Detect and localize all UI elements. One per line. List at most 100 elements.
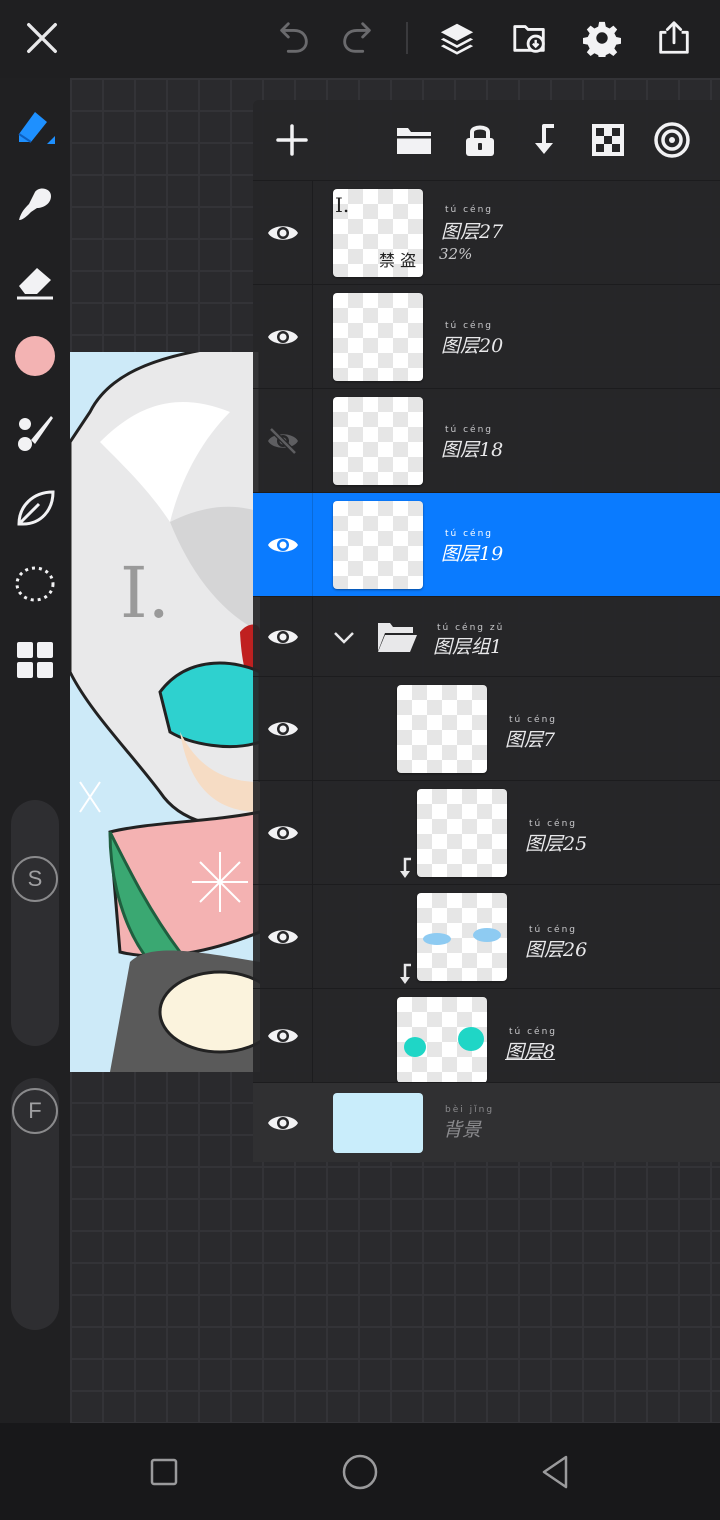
layer-name-ruby: tú céng bbox=[529, 925, 577, 935]
folder-icon[interactable] bbox=[390, 116, 438, 164]
layer-group-row[interactable]: tú céng zǔ 图层组1 bbox=[253, 596, 720, 676]
brush-size-label: S bbox=[12, 856, 58, 902]
layer-thumbnail bbox=[333, 293, 423, 381]
clipping-mask-icon bbox=[400, 857, 411, 878]
color-swatch[interactable] bbox=[11, 332, 59, 380]
settings-icon[interactable] bbox=[578, 14, 626, 62]
background-layer-row[interactable]: bèi jǐng 背景 bbox=[253, 1082, 720, 1162]
folder-open-icon bbox=[375, 617, 419, 657]
layer-row[interactable]: I. 禁 盗 tú céng 图层27 32% bbox=[253, 180, 720, 284]
pen-icon[interactable] bbox=[11, 102, 59, 150]
eye-icon bbox=[267, 329, 298, 344]
layer-name: 图层8 bbox=[505, 1041, 556, 1063]
layer-thumbnail bbox=[417, 893, 507, 981]
visibility-toggle[interactable] bbox=[253, 989, 313, 1082]
visibility-toggle[interactable] bbox=[253, 493, 313, 596]
recent-apps-icon[interactable] bbox=[139, 1447, 189, 1497]
layer-name: 图层18 bbox=[441, 439, 504, 461]
divider bbox=[406, 22, 408, 54]
layer-name-ruby: tú céng bbox=[445, 205, 493, 215]
checker-icon[interactable] bbox=[584, 116, 632, 164]
eye-icon bbox=[267, 629, 298, 644]
visibility-toggle[interactable] bbox=[253, 181, 313, 284]
undo-icon[interactable] bbox=[270, 14, 318, 62]
eye-icon bbox=[267, 721, 298, 736]
layer-name: 图层19 bbox=[441, 543, 504, 565]
svg-text:I.: I. bbox=[120, 552, 170, 634]
layer-name: 图层7 bbox=[505, 729, 556, 751]
layers-panel: I. 禁 盗 tú céng 图层27 32% tú céng 图层20 tú … bbox=[253, 100, 720, 1162]
layer-thumbnail bbox=[397, 685, 487, 773]
drawing-app: S F I. I. 禁 盗 tú céng 图层27 32% tú céng 图… bbox=[0, 0, 720, 1520]
visibility-toggle[interactable] bbox=[253, 389, 313, 492]
layer-name-ruby: tú céng bbox=[445, 529, 493, 539]
clipping-mask-icon bbox=[400, 963, 411, 984]
layer-name: 图层25 bbox=[525, 833, 588, 855]
layer-name-ruby: tú céng bbox=[529, 819, 577, 829]
layer-thumbnail bbox=[417, 789, 507, 877]
home-icon[interactable] bbox=[335, 1447, 385, 1497]
layers-icon[interactable] bbox=[433, 14, 481, 62]
layer-row-selected[interactable]: tú céng 图层19 bbox=[253, 492, 720, 596]
layer-row[interactable]: tú céng 图层18 bbox=[253, 388, 720, 492]
artwork-canvas[interactable]: I. bbox=[70, 352, 260, 1072]
brush-size-slider[interactable] bbox=[11, 800, 59, 1046]
visibility-toggle[interactable] bbox=[253, 885, 313, 988]
layer-row[interactable]: tú céng 图层20 bbox=[253, 284, 720, 388]
eraser-icon[interactable] bbox=[11, 256, 59, 304]
layer-row[interactable]: tú céng 图层7 bbox=[253, 676, 720, 780]
layer-row[interactable]: tú céng 图层26 bbox=[253, 884, 720, 988]
visibility-toggle[interactable] bbox=[253, 597, 313, 676]
eye-icon bbox=[267, 825, 298, 840]
layer-name-ruby: tú céng bbox=[445, 321, 493, 331]
blend-icon[interactable] bbox=[648, 116, 696, 164]
eye-icon bbox=[268, 1115, 298, 1130]
lock-icon[interactable] bbox=[456, 116, 504, 164]
eye-icon bbox=[267, 929, 298, 944]
layer-name: 图层27 bbox=[441, 221, 504, 243]
merge-down-icon[interactable] bbox=[520, 116, 568, 164]
import-icon[interactable] bbox=[506, 14, 554, 62]
back-icon[interactable] bbox=[531, 1447, 581, 1497]
eye-icon bbox=[267, 225, 298, 240]
layer-name-ruby: tú céng bbox=[509, 715, 557, 725]
grid-icon[interactable] bbox=[11, 636, 59, 684]
layer-name: 图层26 bbox=[525, 939, 588, 961]
redo-icon[interactable] bbox=[333, 14, 381, 62]
layer-thumbnail bbox=[333, 397, 423, 485]
add-layer-icon[interactable] bbox=[268, 116, 316, 164]
visibility-toggle[interactable] bbox=[253, 1083, 313, 1162]
layer-row[interactable]: tú céng 图层8 bbox=[253, 988, 720, 1083]
eye-icon bbox=[267, 537, 298, 552]
brush-opacity-label: F bbox=[12, 1088, 58, 1134]
layer-opacity: 32% bbox=[439, 245, 473, 263]
layer-thumbnail bbox=[397, 997, 487, 1083]
visibility-toggle[interactable] bbox=[253, 781, 313, 884]
visibility-toggle[interactable] bbox=[253, 285, 313, 388]
visibility-toggle[interactable] bbox=[253, 677, 313, 780]
fill-icon[interactable] bbox=[11, 484, 59, 532]
top-bar bbox=[0, 0, 720, 78]
chevron-down-icon[interactable] bbox=[331, 625, 357, 651]
layer-name-ruby: bèi jǐng bbox=[445, 1105, 495, 1115]
export-icon[interactable] bbox=[650, 14, 698, 62]
smudge-icon[interactable] bbox=[11, 180, 59, 228]
layer-name-ruby: tú céng bbox=[445, 425, 493, 435]
layer-row[interactable]: tú céng 图层25 bbox=[253, 780, 720, 884]
system-nav-bar bbox=[0, 1423, 720, 1520]
thumbnail-text: I. bbox=[335, 193, 350, 217]
layer-name: 图层组1 bbox=[433, 636, 503, 658]
layer-name: 图层20 bbox=[441, 335, 504, 357]
brush-icon[interactable] bbox=[11, 408, 59, 456]
background-color-swatch[interactable] bbox=[333, 1093, 423, 1153]
layer-thumbnail: I. 禁 盗 bbox=[333, 189, 423, 277]
lasso-icon[interactable] bbox=[11, 560, 59, 608]
thumbnail-text: 禁 盗 bbox=[379, 251, 417, 270]
artwork-image: I. bbox=[70, 352, 260, 1072]
left-toolbar: S F bbox=[0, 78, 70, 1423]
layer-thumbnail bbox=[333, 501, 423, 589]
layer-name: 背景 bbox=[443, 1119, 482, 1141]
layer-name-ruby: tú céng bbox=[509, 1027, 557, 1037]
close-icon[interactable] bbox=[18, 14, 66, 62]
layers-toolbar bbox=[253, 100, 720, 180]
